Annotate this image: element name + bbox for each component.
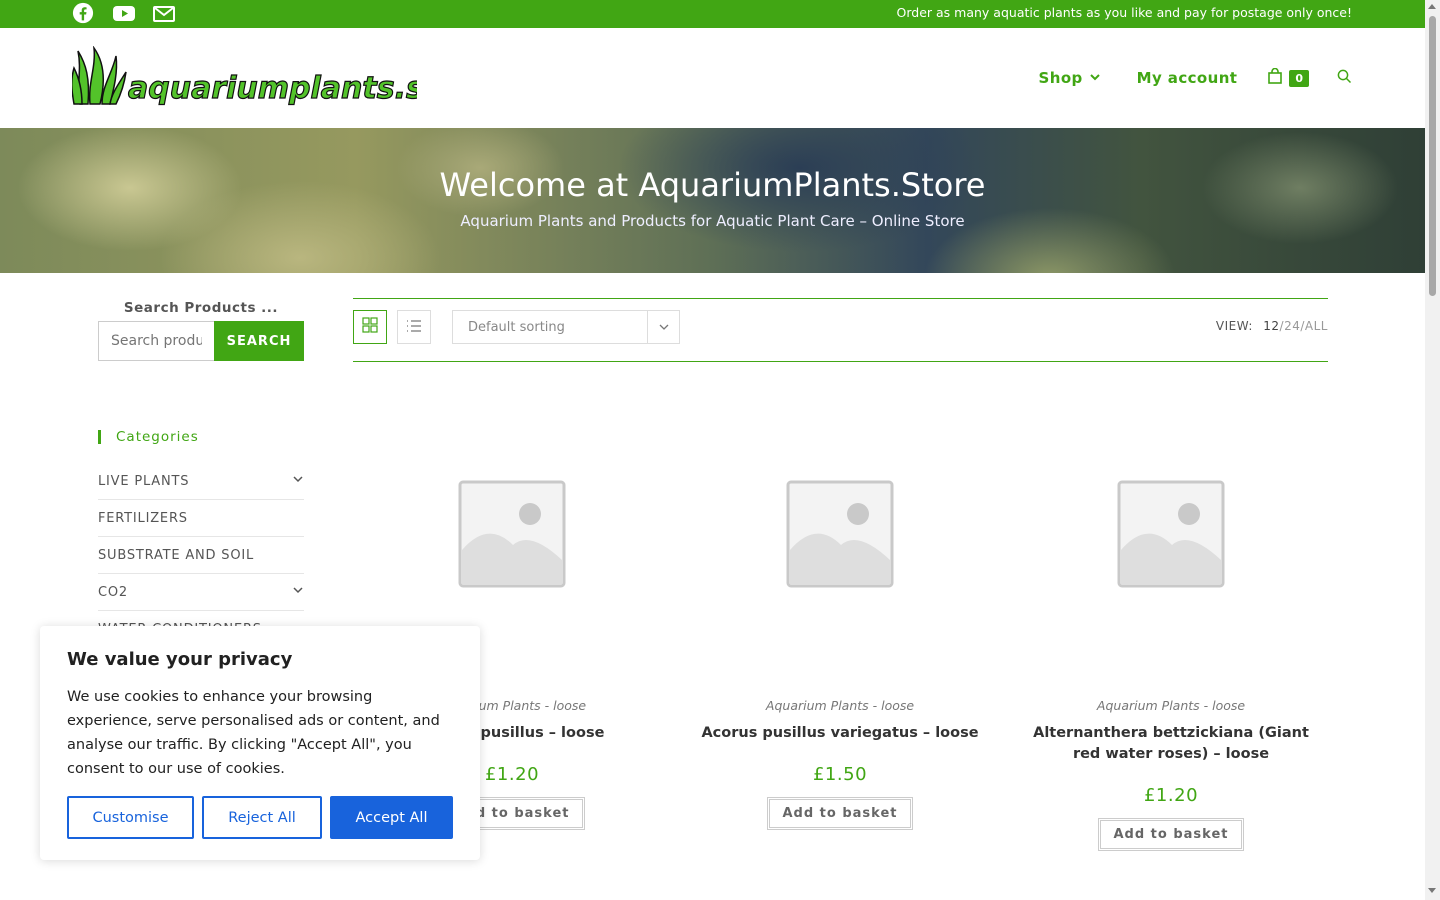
nav-my-account[interactable]: My account (1137, 69, 1238, 87)
search-products-input[interactable] (98, 321, 214, 361)
list-icon (406, 318, 422, 337)
nav-shop[interactable]: Shop (1039, 69, 1101, 87)
product-title[interactable]: Alternanthera bettzickiana (Giant red wa… (1012, 723, 1330, 765)
categories-title: Categories (98, 430, 199, 444)
chevron-down-icon (1089, 69, 1101, 87)
sort-select-value: Default sorting (468, 319, 565, 335)
product-category[interactable]: Aquarium Plants - loose (681, 698, 999, 713)
facebook-icon[interactable] (72, 2, 96, 26)
accept-all-button[interactable]: Accept All (330, 796, 453, 839)
product-image-placeholder[interactable] (1117, 480, 1225, 588)
youtube-icon[interactable] (112, 2, 136, 26)
search-icon[interactable] (1337, 69, 1352, 88)
view-count-24[interactable]: 24 (1284, 319, 1300, 333)
view-count-12[interactable]: 12 (1263, 319, 1279, 333)
product-price: £1.20 (1143, 785, 1199, 806)
category-label: CO2 (98, 584, 128, 600)
logo-text: aquariumplants.store (128, 71, 417, 106)
list-view-button[interactable] (397, 310, 431, 344)
main-nav: Shop My account 0 (1003, 28, 1352, 128)
sort-select[interactable]: Default sorting (452, 310, 680, 344)
product-image-placeholder[interactable] (458, 480, 566, 588)
cookie-buttons: Customise Reject All Accept All (67, 796, 453, 839)
hero-title: Welcome at AquariumPlants.Store (439, 166, 986, 204)
scroll-up-arrow-icon[interactable] (1428, 4, 1436, 9)
scroll-thumb[interactable] (1429, 16, 1436, 296)
scroll-down-arrow-icon[interactable] (1428, 888, 1436, 893)
view-count-all[interactable]: ALL (1305, 319, 1328, 333)
category-label: SUBSTRATE AND SOIL (98, 547, 255, 563)
nav-shop-label: Shop (1038, 69, 1083, 87)
top-bar: Order as many aquatic plants as you like… (0, 0, 1425, 28)
add-to-basket-button[interactable]: Add to basket (1098, 818, 1244, 851)
site-logo[interactable]: aquariumplants.store (70, 45, 495, 108)
search-products-title: Search Products ... (123, 300, 279, 316)
promo-text: Order as many aquatic plants as you like… (896, 5, 1352, 20)
cookie-text: We use cookies to enhance your browsing … (67, 689, 440, 777)
category-item-substrate[interactable]: SUBSTRATE AND SOIL (98, 537, 304, 574)
category-list: LIVE PLANTS FERTILIZERS SUBSTRATE AND SO… (98, 463, 304, 648)
customise-button[interactable]: Customise (67, 796, 194, 839)
product-card: Aquarium Plants - loose Alternanthera be… (1012, 410, 1330, 851)
grid-view-button[interactable] (353, 310, 387, 344)
add-to-basket-button[interactable]: Add to basket (767, 797, 913, 830)
site-header: aquariumplants.store Shop My account 0 (0, 28, 1425, 128)
chevron-down-icon (647, 311, 679, 343)
category-label: FERTILIZERS (98, 510, 188, 526)
grid-icon (362, 317, 378, 337)
category-label: LIVE PLANTS (98, 473, 190, 489)
shopping-bag-icon (1267, 67, 1283, 88)
view-count-label: VIEW: (1215, 319, 1253, 333)
category-item-co2[interactable]: CO2 (98, 574, 304, 611)
hero-banner: Welcome at AquariumPlants.Store Aquarium… (0, 128, 1425, 273)
search-button[interactable]: SEARCH (214, 321, 304, 361)
product-category[interactable]: Aquarium Plants - loose (1012, 698, 1330, 713)
cookie-title: We value your privacy (67, 649, 293, 670)
chevron-down-icon[interactable] (292, 584, 304, 600)
social-links (72, 2, 176, 26)
product-image-placeholder[interactable] (786, 480, 894, 588)
cart-link[interactable]: 0 (1267, 67, 1309, 88)
product-price: £1.50 (812, 764, 868, 785)
product-card: Aquarium Plants - loose Acorus pusillus … (681, 410, 999, 830)
shop-toolbar: Default sorting VIEW: 12/24/ALL (353, 298, 1328, 362)
category-item-fertilizers[interactable]: FERTILIZERS (98, 500, 304, 537)
product-title[interactable]: Acorus pusillus variegatus – loose (681, 723, 999, 744)
cookie-consent-banner: We value your privacy We use cookies to … (40, 626, 480, 860)
chevron-down-icon[interactable] (292, 473, 304, 489)
hero-subtitle: Aquarium Plants and Products for Aquatic… (460, 212, 965, 230)
category-item-live-plants[interactable]: LIVE PLANTS (98, 463, 304, 500)
reject-all-button[interactable]: Reject All (202, 796, 322, 839)
cart-count-badge: 0 (1289, 69, 1309, 87)
view-count: VIEW: 12/24/ALL (1216, 319, 1328, 333)
page-scrollbar[interactable] (1425, 0, 1440, 900)
envelope-icon[interactable] (152, 2, 176, 26)
